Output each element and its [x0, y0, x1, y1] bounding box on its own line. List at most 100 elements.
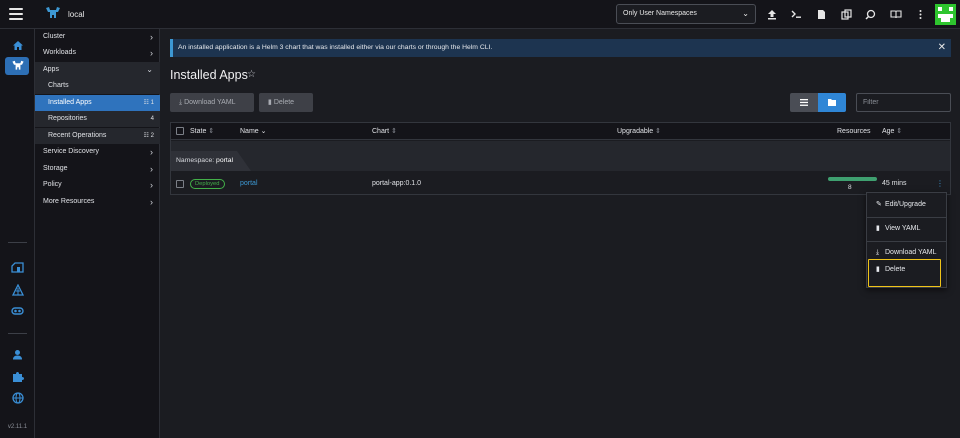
chevron-down-icon: ⌄ — [146, 65, 153, 74]
row-actions-icon[interactable]: ⋮ — [936, 179, 944, 188]
table-header: State ⇕ Name ⌄ Chart ⇕ Upgradable ⇕ Reso… — [171, 123, 950, 140]
cluster-icon[interactable] — [9, 57, 26, 74]
nav-label: Apps — [43, 66, 59, 73]
view-toggle — [790, 93, 846, 112]
select-all-checkbox[interactable] — [176, 127, 184, 135]
chart-cell: portal-app:0.1.0 — [372, 180, 422, 187]
filter-input[interactable] — [856, 93, 951, 112]
side-nav: Cluster › Workloads › Apps ⌄ Charts Inst… — [35, 29, 160, 438]
chevron-right-icon: › — [150, 164, 153, 174]
chevron-down-icon: ⌄ — [742, 9, 749, 18]
menu-item-edit-upgrade[interactable]: ✎ Edit/Upgrade — [867, 193, 946, 217]
group-view-button[interactable] — [818, 93, 846, 112]
namespace-select[interactable]: Only User Namespaces ⌄ — [616, 4, 756, 24]
globe-icon[interactable] — [9, 389, 26, 406]
table-row: Deployed portal portal-app:0.1.0 8 45 mi… — [171, 171, 950, 195]
nav-label: Storage — [43, 165, 68, 172]
nav-label: Installed Apps — [48, 99, 92, 106]
copy-icon[interactable] — [838, 6, 854, 22]
column-state[interactable]: State ⇕ — [190, 123, 214, 140]
rail-divider — [8, 242, 27, 243]
file-icon[interactable] — [813, 6, 829, 22]
menu-item-delete[interactable]: ▮ Delete — [867, 258, 946, 282]
status-badge: Deployed — [190, 179, 225, 189]
nav-workloads[interactable]: Workloads › — [35, 45, 160, 61]
column-resources: Resources — [837, 128, 871, 135]
info-banner: An installed application is a Helm 3 cha… — [170, 39, 951, 57]
resources-bar — [828, 177, 877, 181]
book-icon[interactable] — [888, 6, 904, 22]
nav-label: Policy — [43, 181, 62, 188]
fleet-icon[interactable] — [9, 281, 26, 298]
avatar[interactable] — [935, 4, 956, 25]
store-icon[interactable] — [9, 259, 26, 276]
nav-count: ☷ 2 — [143, 133, 154, 139]
extensions-icon[interactable] — [9, 302, 26, 319]
edit-icon: ✎ — [876, 201, 882, 208]
chevron-right-icon: › — [150, 197, 153, 207]
column-age[interactable]: Age ⇕ — [882, 123, 902, 140]
delete-label: Delete — [273, 99, 295, 106]
search-icon[interactable] — [862, 6, 878, 22]
row-actions-menu: ✎ Edit/Upgrade ▮ View YAML ⤓ Download YAML … — [866, 192, 947, 288]
row-checkbox[interactable] — [176, 180, 184, 188]
download-icon: ⤓ — [179, 99, 183, 106]
menu-icon[interactable] — [9, 8, 23, 20]
column-chart[interactable]: Chart ⇕ — [372, 123, 397, 140]
main-content: An installed application is a Helm 3 cha… — [160, 29, 960, 438]
nav-recent-operations[interactable]: Recent Operations ☷ 2 — [35, 128, 160, 144]
banner-text: An installed application is a Helm 3 cha… — [178, 44, 493, 51]
nav-service-discovery[interactable]: Service Discovery › — [35, 144, 160, 160]
nav-installed-apps[interactable]: Installed Apps ☷ 1 — [35, 95, 160, 111]
nav-repositories[interactable]: Repositories 4 — [35, 111, 160, 127]
nav-charts[interactable]: Charts — [35, 78, 160, 94]
home-icon[interactable] — [9, 37, 26, 54]
star-icon[interactable]: ☆ — [247, 69, 256, 80]
more-icon[interactable] — [912, 6, 928, 22]
menu-item-view-yaml[interactable]: ▮ View YAML — [867, 217, 946, 241]
terminal-icon[interactable] — [788, 6, 804, 22]
nav-label: Service Discovery — [43, 148, 100, 155]
file-icon: ▮ — [876, 225, 880, 232]
nav-count: ☷ 1 — [143, 100, 154, 106]
nav-label: Workloads — [43, 49, 76, 56]
nav-cluster[interactable]: Cluster › — [35, 29, 160, 45]
chevron-right-icon: › — [150, 147, 153, 157]
list-view-button[interactable] — [790, 93, 818, 112]
download-yaml-button[interactable]: ⤓ Download YAML — [170, 93, 254, 112]
column-name[interactable]: Name ⌄ — [240, 123, 267, 140]
column-upgradable[interactable]: Upgradable ⇕ — [617, 123, 661, 140]
download-yaml-label: Download YAML — [184, 99, 236, 106]
resources-count: 8 — [848, 184, 852, 191]
chevron-right-icon: › — [150, 32, 153, 42]
trash-icon: ▮ — [876, 266, 880, 273]
namespace-select-value: Only User Namespaces — [623, 10, 697, 17]
chevron-right-icon: › — [150, 48, 153, 58]
nav-apps[interactable]: Apps ⌄ — [35, 62, 160, 78]
puzzle-icon[interactable] — [9, 368, 26, 385]
cluster-name: local — [68, 10, 85, 19]
age-cell: 45 mins — [882, 180, 907, 187]
upload-icon[interactable] — [764, 6, 780, 22]
nav-label: Repositories — [48, 115, 87, 122]
nav-storage[interactable]: Storage › — [35, 161, 160, 177]
list-icon — [800, 99, 808, 106]
nav-count: 4 — [150, 116, 154, 122]
user-icon[interactable] — [9, 346, 26, 363]
app-name-link[interactable]: portal — [240, 180, 258, 187]
nav-label: Charts — [48, 82, 69, 89]
cluster-logo-icon[interactable] — [45, 6, 61, 21]
version-label: v2.11.1 — [7, 424, 28, 430]
close-icon[interactable]: ✕ — [938, 39, 946, 57]
chevron-right-icon: › — [150, 180, 153, 190]
folder-icon — [828, 99, 836, 106]
delete-button[interactable]: ▮ Delete — [259, 93, 313, 112]
nav-policy[interactable]: Policy › — [35, 177, 160, 193]
rail-divider — [8, 333, 27, 334]
namespace-group-label: Namespace: portal — [171, 151, 251, 171]
icon-rail: v2.11.1 — [0, 29, 35, 438]
namespace-group-row: Namespace: portal — [171, 141, 950, 171]
nav-label: More Resources — [43, 198, 95, 205]
nav-more-resources[interactable]: More Resources › — [35, 194, 160, 210]
nav-label: Cluster — [43, 33, 66, 40]
